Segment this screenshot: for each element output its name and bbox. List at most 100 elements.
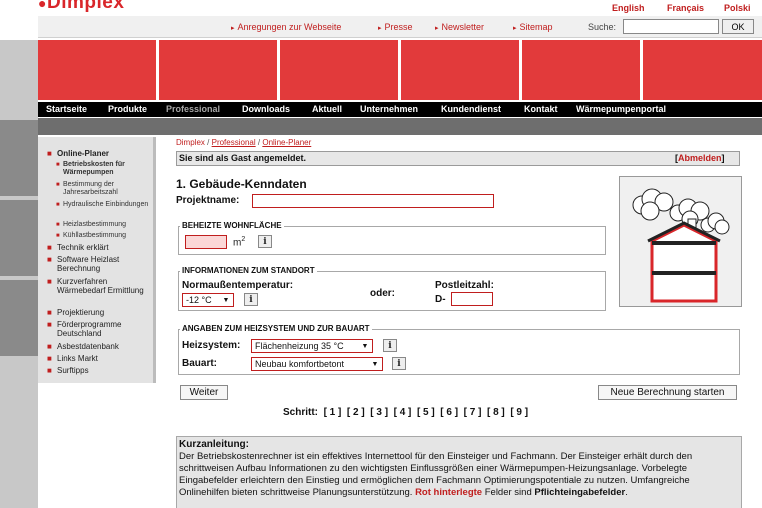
nav-startseite[interactable]: Startseite bbox=[46, 104, 87, 114]
arrow-right-icon: ▸ bbox=[513, 25, 517, 32]
step-1[interactable]: [ 1 ] bbox=[324, 407, 342, 418]
step-8[interactable]: [ 8 ] bbox=[487, 407, 505, 418]
bullet-icon: ■ bbox=[47, 354, 52, 363]
sidebar-item-kurzverfahren[interactable]: ■ Kurzverfahren Wärmebedarf Ermittlung bbox=[47, 277, 153, 295]
nav-aktuell[interactable]: Aktuell bbox=[312, 104, 342, 114]
info-icon[interactable]: i bbox=[383, 339, 397, 352]
bullet-icon: ■ bbox=[56, 182, 60, 188]
sidebar-item-kuehllast[interactable]: ■ Kühllastbestimmung bbox=[56, 232, 151, 240]
lang-english[interactable]: English bbox=[612, 3, 645, 13]
sidebar-item-surftipps[interactable]: ■ Surftipps bbox=[47, 366, 153, 375]
standort-legend: INFORMATIONEN ZUM STANDORT bbox=[180, 266, 317, 275]
bullet-icon: ■ bbox=[47, 308, 52, 317]
link-anregungen[interactable]: ▸ Anregungen zur Webseite bbox=[231, 22, 341, 32]
bullet-icon: ■ bbox=[47, 277, 52, 286]
bauart-label: Bauart: bbox=[182, 358, 218, 369]
heizsystem-label: Heizsystem: bbox=[182, 340, 241, 351]
info-icon[interactable]: i bbox=[244, 293, 258, 306]
lang-francais[interactable]: Français bbox=[667, 3, 704, 13]
banner-tile bbox=[401, 40, 519, 100]
bullet-icon: ■ bbox=[47, 366, 52, 375]
bullet-icon: ■ bbox=[47, 149, 52, 158]
link-presse[interactable]: ▸ Presse bbox=[378, 22, 413, 32]
form-title: 1. Gebäude-Kenndaten bbox=[176, 177, 307, 191]
left-block bbox=[0, 280, 38, 356]
step-7[interactable]: [ 7 ] bbox=[464, 407, 482, 418]
nav-waermepumpenportal[interactable]: Wärmepumpenportal bbox=[576, 104, 666, 114]
search-label: Suche: bbox=[588, 22, 617, 32]
normaussen-select[interactable]: -12 °C ▼ bbox=[182, 293, 234, 307]
projektname-input[interactable] bbox=[252, 194, 494, 208]
sidebar-item-foerderprogramme[interactable]: ■ Förderprogramme Deutschland bbox=[47, 320, 153, 338]
banner-tile bbox=[522, 40, 640, 100]
sidebar-item-online-planer[interactable]: ■ Online-Planer bbox=[47, 149, 153, 158]
house-illustration bbox=[619, 176, 742, 307]
sidebar-item-hydraulische[interactable]: ■ Hydraulische Einbindungen bbox=[56, 201, 151, 209]
info-icon[interactable]: i bbox=[392, 357, 406, 370]
breadcrumb-professional[interactable]: Professional bbox=[212, 138, 256, 147]
step-6[interactable]: [ 6 ] bbox=[440, 407, 458, 418]
heizsystem-legend: ANGABEN ZUM HEIZSYSTEM UND ZUR BAUART bbox=[180, 324, 372, 333]
chevron-down-icon: ▼ bbox=[370, 360, 380, 369]
left-margin bbox=[0, 40, 38, 508]
bullet-icon: ■ bbox=[56, 222, 60, 228]
banner-tile bbox=[643, 40, 762, 100]
nav-unternehmen[interactable]: Unternehmen bbox=[360, 104, 418, 114]
sidebar-item-technik[interactable]: ■ Technik erklärt bbox=[47, 243, 153, 252]
nav-kontakt[interactable]: Kontakt bbox=[524, 104, 558, 114]
link-newsletter[interactable]: ▸ Newsletter bbox=[435, 22, 484, 32]
step-5[interactable]: [ 5 ] bbox=[417, 407, 435, 418]
nav-professional[interactable]: Professional bbox=[166, 104, 220, 114]
search-input[interactable] bbox=[623, 19, 719, 34]
left-block bbox=[0, 200, 38, 276]
breadcrumb: Dimplex / Professional / Online-Planer bbox=[176, 138, 312, 147]
oder-label: oder: bbox=[370, 288, 395, 299]
kurzanleitung-title: Kurzanleitung: bbox=[179, 439, 249, 450]
sidebar-item-projektierung[interactable]: ■ Projektierung bbox=[47, 308, 153, 317]
arrow-right-icon: ▸ bbox=[435, 25, 439, 32]
guest-status: Sie sind als Gast angemeldet. bbox=[179, 153, 307, 163]
step-2[interactable]: [ 2 ] bbox=[347, 407, 365, 418]
arrow-right-icon: ▸ bbox=[231, 25, 235, 32]
neue-berechnung-button[interactable]: Neue Berechnung starten bbox=[598, 385, 737, 400]
wohnflaeche-legend: BEHEIZTE WOHNFLÄCHE bbox=[180, 221, 284, 230]
house-icon bbox=[632, 188, 730, 303]
nav-downloads[interactable]: Downloads bbox=[242, 104, 290, 114]
bullet-icon: ■ bbox=[47, 243, 52, 252]
banner-tile bbox=[38, 40, 156, 100]
link-sitemap[interactable]: ▸ Sitemap bbox=[513, 22, 553, 32]
sidebar-item-betriebskosten[interactable]: ■ Betriebskosten für Wärmepumpen bbox=[56, 161, 151, 177]
sidebar-item-links-markt[interactable]: ■ Links Markt bbox=[47, 354, 153, 363]
wohnflaeche-input[interactable] bbox=[185, 235, 227, 249]
heizsystem-select[interactable]: Flächenheizung 35 °C ▼ bbox=[251, 339, 373, 353]
banner-tile bbox=[159, 40, 277, 100]
kurzanleitung-text: Der Betriebskostenrechner ist ein effekt… bbox=[179, 451, 693, 498]
lang-polski[interactable]: Polski bbox=[724, 3, 751, 13]
bullet-icon: ■ bbox=[56, 202, 60, 208]
sub-nav-band bbox=[38, 118, 762, 135]
step-4[interactable]: [ 4 ] bbox=[394, 407, 412, 418]
nav-kundendienst[interactable]: Kundendienst bbox=[441, 104, 501, 114]
bullet-icon: ■ bbox=[56, 233, 60, 239]
bauart-select[interactable]: Neubau komfortbetont ▼ bbox=[251, 357, 383, 371]
plz-input[interactable] bbox=[451, 292, 493, 306]
header-banner bbox=[38, 40, 762, 100]
chevron-down-icon: ▼ bbox=[221, 296, 231, 305]
step-9[interactable]: [ 9 ] bbox=[510, 407, 528, 418]
info-icon[interactable]: i bbox=[258, 235, 272, 248]
arrow-right-icon: ▸ bbox=[378, 25, 382, 32]
weiter-button[interactable]: Weiter bbox=[180, 385, 228, 400]
breadcrumb-dimplex[interactable]: Dimplex bbox=[176, 138, 205, 147]
nav-produkte[interactable]: Produkte bbox=[108, 104, 147, 114]
projektname-label: Projektname: bbox=[176, 195, 240, 206]
dimplex-logo[interactable]: ●Dimplex bbox=[38, 0, 124, 14]
sidebar-item-asbestdatenbank[interactable]: ■ Asbestdatenbank bbox=[47, 342, 153, 351]
breadcrumb-online-planer[interactable]: Online-Planer bbox=[262, 138, 311, 147]
search-ok-button[interactable]: OK bbox=[722, 19, 754, 34]
step-3[interactable]: [ 3 ] bbox=[370, 407, 388, 418]
logout-link[interactable]: [Abmelden] bbox=[675, 153, 725, 163]
sidebar-item-jahresarbeitszahl[interactable]: ■ Bestimmung der Jahresarbeitszahl bbox=[56, 181, 151, 197]
sidebar-item-heizlast[interactable]: ■ Heizlastbestimmung bbox=[56, 221, 151, 229]
sidebar-item-software[interactable]: ■ Software Heizlast Berechnung bbox=[47, 255, 153, 273]
bullet-icon: ■ bbox=[47, 342, 52, 351]
